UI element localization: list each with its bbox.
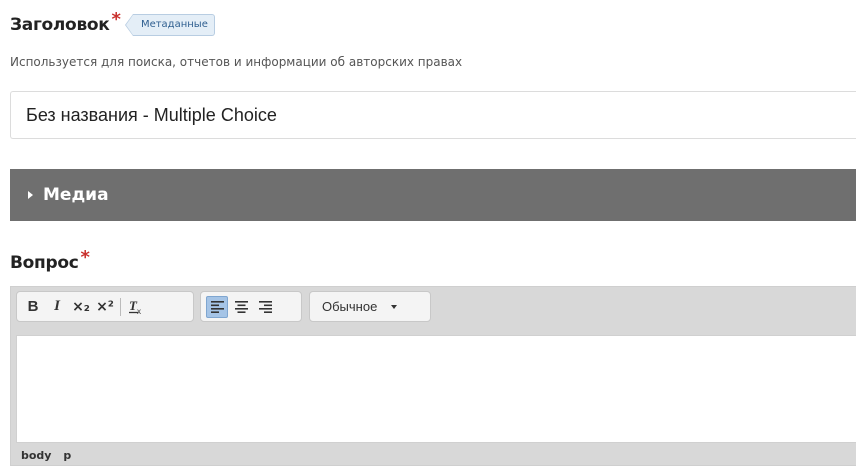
format-select-value: Обычное <box>314 299 405 314</box>
media-section-label: Медиа <box>43 185 109 205</box>
element-path-p[interactable]: p <box>63 449 71 462</box>
bold-button[interactable]: B <box>22 296 44 318</box>
align-left-icon <box>210 300 224 313</box>
align-right-button[interactable] <box>254 296 276 318</box>
title-field-header: Заголовок * Метаданные <box>10 8 215 38</box>
remove-format-button[interactable]: T x <box>125 296 147 318</box>
alignment-toolbar-group <box>200 291 302 322</box>
align-center-icon <box>234 300 248 313</box>
subscript-button[interactable]: ×₂ <box>70 296 92 318</box>
caret-right-icon <box>28 191 33 199</box>
question-label: Вопрос <box>10 253 79 273</box>
title-input[interactable] <box>10 91 856 139</box>
align-right-icon <box>258 300 272 313</box>
format-select-dropdown[interactable]: Обычное <box>309 291 431 322</box>
align-center-button[interactable] <box>230 296 252 318</box>
italic-button[interactable]: I <box>46 296 68 318</box>
toolbar-divider <box>120 297 121 316</box>
title-description: Используется для поиска, отчетов и инфор… <box>10 55 463 69</box>
remove-format-icon: T x <box>129 299 141 315</box>
title-label: Заголовок <box>10 15 110 35</box>
question-field-header: Вопрос * <box>10 246 90 276</box>
question-required-mark: * <box>80 246 90 268</box>
text-style-toolbar-group: B I ×₂ ×² T x <box>16 291 194 322</box>
element-path-body[interactable]: body <box>21 449 51 462</box>
svg-text:x: x <box>137 307 141 315</box>
chevron-down-icon <box>391 304 398 309</box>
align-left-button[interactable] <box>206 295 228 318</box>
superscript-button[interactable]: ×² <box>94 296 116 318</box>
title-required-mark: * <box>111 8 121 30</box>
question-text-area[interactable] <box>16 335 856 443</box>
media-section-toggle[interactable]: Медиа <box>10 169 856 221</box>
format-select-label: Обычное <box>322 299 378 314</box>
metadata-tag-button[interactable]: Метаданные <box>124 14 215 36</box>
element-path-breadcrumb: body p <box>21 449 79 462</box>
question-rich-text-editor: B I ×₂ ×² T x Обычное body p <box>10 286 856 466</box>
